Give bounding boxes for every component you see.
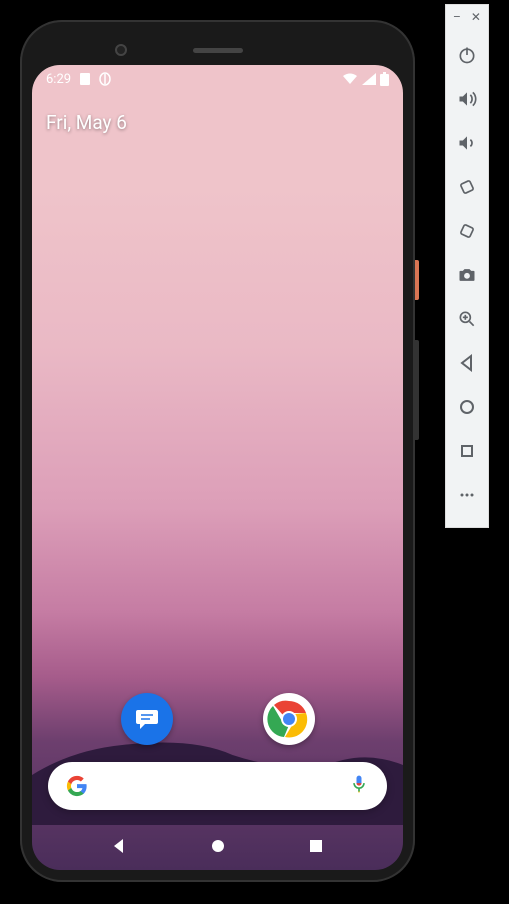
phone-frame: 6:29 Fri, May 6 — [20, 20, 415, 882]
phone-screen[interactable]: 6:29 Fri, May 6 — [32, 65, 403, 870]
messages-icon — [133, 705, 161, 733]
signal-icon — [362, 73, 376, 85]
home-icon — [458, 398, 476, 416]
camera-icon — [457, 265, 477, 285]
phone-camera — [115, 44, 127, 56]
android-nav-bar — [32, 822, 403, 870]
rotate-right-button[interactable] — [445, 209, 489, 253]
nav-home-button[interactable] — [206, 834, 230, 858]
volume-up-button[interactable] — [445, 77, 489, 121]
more-icon — [458, 486, 476, 504]
chrome-app[interactable] — [263, 693, 315, 745]
overview-icon — [459, 443, 475, 459]
zoom-icon — [457, 309, 477, 329]
volume-up-icon — [457, 89, 477, 109]
emulator-back-button[interactable] — [445, 341, 489, 385]
google-logo-icon — [66, 775, 88, 797]
rotate-left-button[interactable] — [445, 165, 489, 209]
chrome-icon — [265, 695, 313, 743]
date-widget[interactable]: Fri, May 6 — [32, 93, 403, 134]
rotate-right-icon — [457, 221, 477, 241]
mic-icon[interactable] — [349, 774, 369, 798]
wifi-icon — [342, 73, 358, 85]
pill-icon — [99, 72, 111, 86]
minimize-button[interactable]: – — [453, 11, 461, 23]
volume-down-button[interactable] — [445, 121, 489, 165]
battery-icon — [380, 72, 389, 86]
emulator-home-button[interactable] — [445, 385, 489, 429]
emulator-toolbar: – ✕ — [445, 4, 489, 528]
clipboard-icon — [79, 72, 91, 86]
power-button[interactable] — [445, 33, 489, 77]
power-icon — [457, 45, 477, 65]
messages-app[interactable] — [121, 693, 173, 745]
zoom-button[interactable] — [445, 297, 489, 341]
nav-recents-button[interactable] — [304, 834, 328, 858]
volume-down-icon — [457, 133, 477, 153]
emulator-overview-button[interactable] — [445, 429, 489, 473]
status-bar: 6:29 — [32, 65, 403, 93]
screenshot-button[interactable] — [445, 253, 489, 297]
dock — [32, 693, 403, 745]
nav-back-button[interactable] — [107, 834, 131, 858]
rotate-left-icon — [457, 177, 477, 197]
status-time: 6:29 — [46, 72, 71, 87]
close-button[interactable]: ✕ — [471, 11, 481, 23]
phone-speaker — [193, 48, 243, 53]
back-icon — [458, 354, 476, 372]
more-button[interactable] — [445, 473, 489, 517]
search-bar[interactable] — [48, 762, 387, 810]
